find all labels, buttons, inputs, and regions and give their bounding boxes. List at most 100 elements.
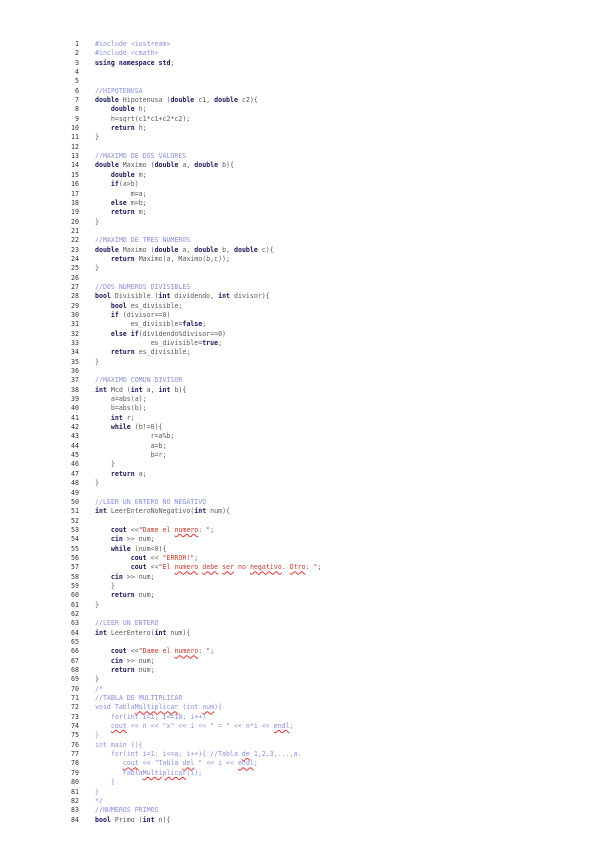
code-line: 2 #include <cmath> [62, 49, 582, 58]
code-token: Maximo ( [118, 161, 155, 170]
code-token: cin [110, 535, 123, 544]
line-number: 22 [71, 236, 79, 245]
line-number: 47 [71, 469, 79, 478]
code-token: m=a; [95, 189, 147, 198]
line-number: 62 [71, 609, 79, 618]
code-line: 48} [62, 479, 582, 488]
code-line: 50 //LEER UN ENTERO NO NEGATIVO [62, 498, 582, 507]
code-line: 83 //NUMEROS PRIMOS [62, 806, 582, 815]
code-token: true [202, 339, 219, 347]
code-token: b){ [218, 161, 234, 170]
code-token: bool [95, 292, 111, 301]
code-token: cout [110, 722, 127, 731]
code-token: m; [134, 170, 147, 179]
code-line: 42 while (b!=0){ [62, 423, 582, 432]
code-token: ; [253, 759, 258, 768]
code-token: dividendo, [170, 292, 219, 301]
code-line: 78 cout << "Tabla del " << i << endl; [62, 759, 582, 768]
code-line: 61} [62, 601, 582, 610]
line-number: 25 [71, 264, 79, 273]
code-token: Tabla [95, 768, 143, 777]
code-line: 64 int LeerEntero(int num){ [62, 629, 582, 638]
code-token: num; [134, 666, 155, 675]
line-number: 65 [71, 638, 79, 646]
line-number: 11 [71, 133, 79, 142]
code-token: b=r; [95, 451, 167, 460]
code-line: 9 h=sqrt(c1*c1+c2*c2); [62, 115, 582, 124]
line-number: 58 [71, 572, 79, 581]
line-number: 50 [71, 497, 79, 506]
code-line: 30 if (divisor==0) [62, 311, 582, 320]
code-token: return [110, 469, 135, 478]
code-token: de [241, 750, 250, 759]
line-number: 31 [71, 320, 79, 329]
code-token: r; [122, 413, 135, 422]
code-token: return [110, 254, 135, 263]
code-token: return [110, 208, 135, 217]
code-line: 55 while (num<0){ [62, 545, 582, 554]
code-token: << [126, 647, 139, 656]
code-token: double [110, 170, 135, 179]
code-token: (int [178, 703, 203, 712]
code-token: n){ [154, 815, 171, 824]
line-number: 32 [71, 329, 79, 338]
code-token: divisor){ [230, 292, 270, 301]
code-line: 76 int main (){ [62, 741, 582, 750]
code-token: else if [110, 329, 139, 338]
code-token: >> num; [122, 535, 155, 544]
code-token: int [142, 815, 155, 824]
line-number: 17 [71, 189, 79, 198]
line-number: 71 [71, 694, 79, 703]
line-number: 63 [71, 619, 79, 628]
line-number: 21 [71, 226, 79, 235]
code-line: 57 cout <<"El numero debe ser no negativ… [62, 563, 582, 572]
code-token: } [95, 264, 99, 273]
line-number: 8 [75, 105, 79, 114]
line-number: 29 [71, 301, 79, 310]
line-number: 61 [71, 600, 79, 609]
code-token: if [110, 180, 119, 189]
code-token: Maximo(a, Maximo(b,c)); [134, 254, 230, 263]
code-line: 51 int LeerEnteroNoNegativo(int num){ [62, 507, 582, 516]
code-token: double [154, 161, 179, 170]
code-line: 80 } [62, 778, 582, 787]
code-token: << [146, 553, 163, 562]
code-token: } [95, 133, 99, 142]
code-line: 44 a=b; [62, 442, 582, 451]
code-token: es_divisible= [95, 320, 183, 329]
code-line: 6 //HIPOTENUSA [62, 87, 582, 96]
code-token: } [95, 479, 99, 488]
code-line: 26 [62, 274, 582, 283]
line-number: 23 [71, 245, 79, 254]
code-token: : " [198, 525, 211, 534]
code-token: cout [110, 647, 127, 656]
code-line: 19 return m; [62, 208, 582, 217]
line-number: 82 [71, 796, 79, 805]
code-token: double [95, 96, 119, 105]
code-token: cout [130, 563, 147, 572]
code-token: } [95, 217, 99, 226]
code-token: a=abs(a); [95, 395, 147, 404]
code-token: ser [222, 563, 235, 572]
line-number: 4 [75, 68, 79, 77]
code-line: 70 /* [62, 685, 582, 694]
line-number: 55 [71, 544, 79, 553]
code-line: 59 } [62, 582, 582, 591]
code-line: 53 cout <<"Dame el numero: "; [62, 526, 582, 535]
code-token: double [95, 245, 119, 254]
code-line: 72 void TablaMultiplicar (int num){ [62, 703, 582, 712]
code-token: //HIPOTENUSA [95, 86, 143, 95]
line-number: 64 [71, 628, 79, 637]
line-number: 59 [71, 581, 79, 590]
code-line: 24 return Maximo(a, Maximo(b,c)); [62, 255, 582, 264]
code-token: int [158, 385, 171, 394]
code-token: (b!=0){ [130, 423, 163, 432]
